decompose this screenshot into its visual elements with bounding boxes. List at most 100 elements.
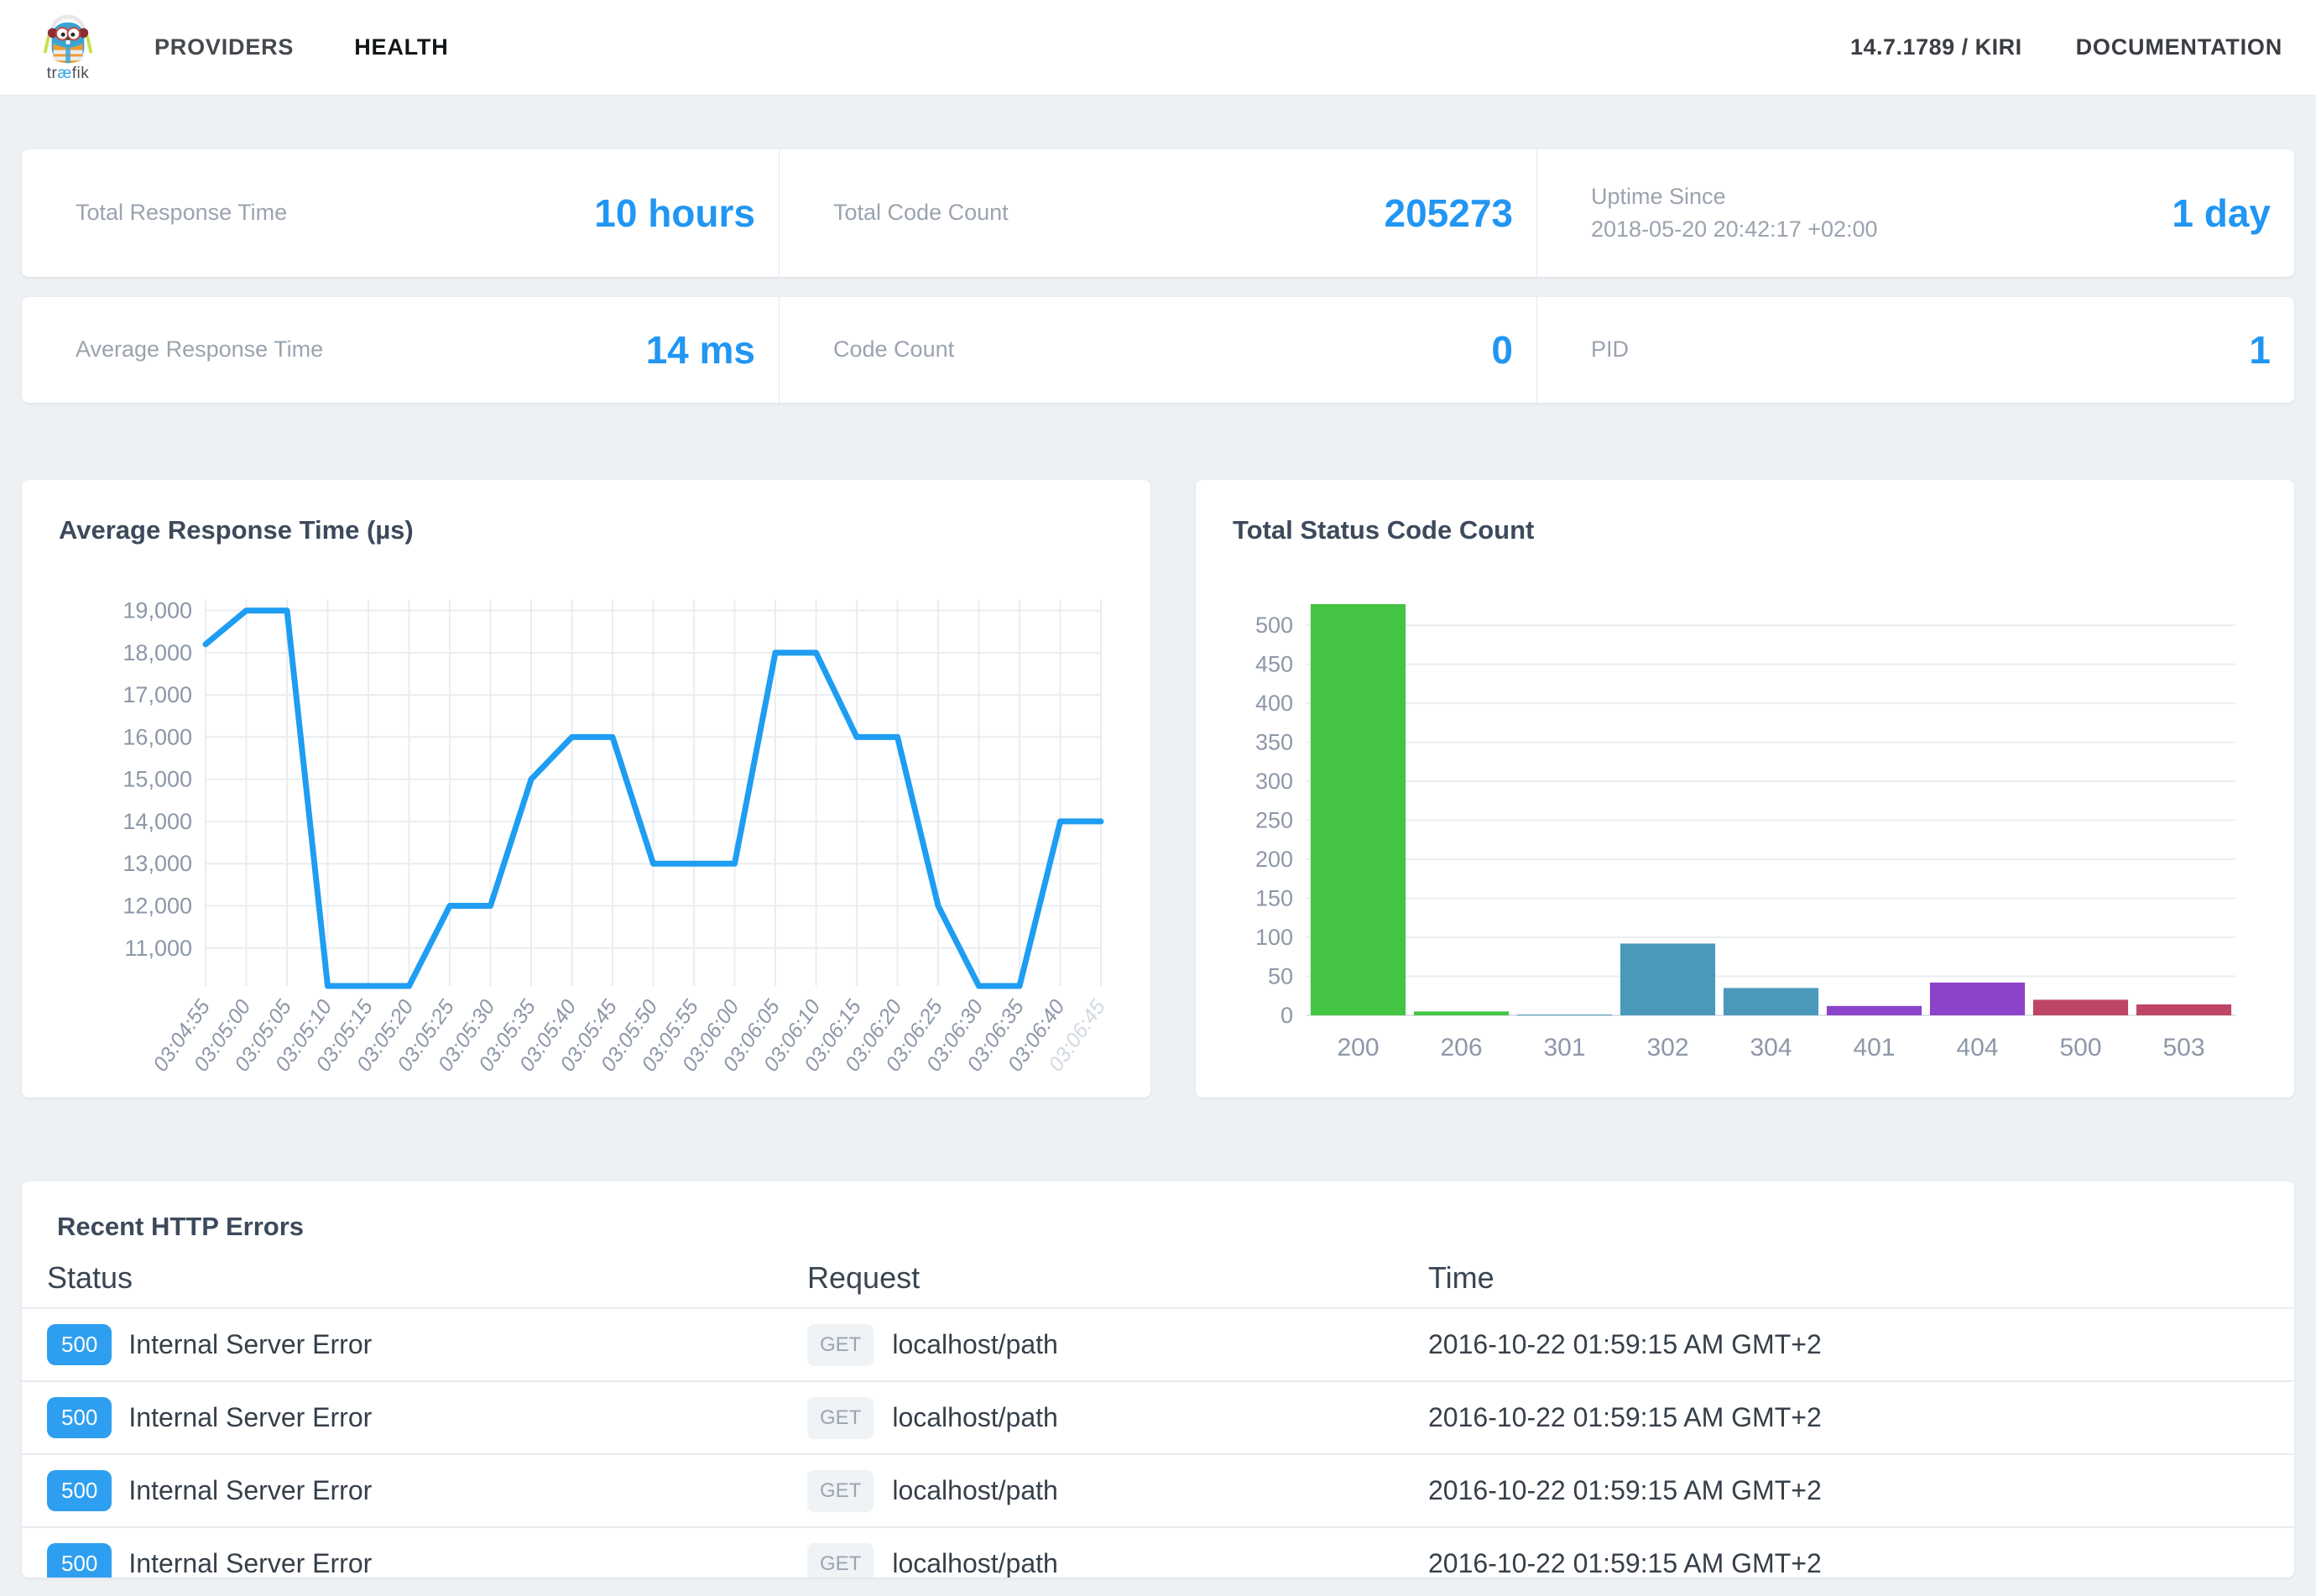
status-code-badge: 500 [47, 1470, 112, 1511]
status-code-count-title: Total Status Code Count [1233, 515, 2257, 545]
svg-text:200: 200 [1255, 847, 1293, 872]
http-method-badge: GET [807, 1470, 874, 1512]
documentation-link[interactable]: DOCUMENTATION [2076, 34, 2282, 60]
svg-text:404: 404 [1956, 1034, 1998, 1061]
request-path: localhost/path [892, 1548, 1057, 1578]
avg-response-time-card: Average Response Time (µs) 11,00012,0001… [22, 480, 1150, 1098]
svg-text:500: 500 [1255, 613, 1293, 638]
avg-response-time-title: Average Response Time (µs) [59, 515, 1114, 545]
svg-text:304: 304 [1750, 1034, 1792, 1061]
svg-text:301: 301 [1543, 1034, 1585, 1061]
error-request-cell: GET localhost/path [807, 1397, 1428, 1439]
status-code-badge: 500 [47, 1324, 112, 1365]
stat-value: 1 day [2172, 190, 2271, 236]
stat-value: 0 [1491, 327, 1513, 373]
nav-item-providers[interactable]: PROVIDERS [154, 34, 294, 60]
stat-uptime-since: Uptime Since 2018-05-20 20:42:17 +02:00 … [1536, 149, 2294, 277]
column-header-status: Status [47, 1260, 807, 1296]
traefik-logo[interactable]: træfik [22, 13, 114, 83]
svg-text:11,000: 11,000 [124, 936, 192, 961]
error-message: Internal Server Error [128, 1475, 372, 1506]
svg-text:302: 302 [1646, 1034, 1688, 1061]
svg-text:0: 0 [1281, 1003, 1293, 1028]
error-time: 2016-10-22 01:59:15 AM GMT+2 [1428, 1329, 2294, 1360]
stat-value: 1 [2249, 327, 2271, 373]
error-time: 2016-10-22 01:59:15 AM GMT+2 [1428, 1548, 2294, 1578]
column-header-time: Time [1428, 1260, 2294, 1296]
error-status-cell: 500 Internal Server Error [47, 1397, 807, 1438]
svg-text:350: 350 [1255, 730, 1293, 755]
svg-text:400: 400 [1255, 691, 1293, 716]
navbar: træfik PROVIDERS HEALTH 14.7.1789 / KIRI… [0, 0, 2316, 96]
stat-label: Uptime Since 2018-05-20 20:42:17 +02:00 [1591, 180, 1878, 246]
svg-text:16,000: 16,000 [123, 724, 192, 749]
http-method-badge: GET [807, 1543, 874, 1578]
nav-links: PROVIDERS HEALTH [154, 34, 449, 60]
svg-text:206: 206 [1440, 1034, 1482, 1061]
svg-text:503: 503 [2162, 1034, 2204, 1061]
version-label: 14.7.1789 / KIRI [1850, 34, 2022, 60]
error-request-cell: GET localhost/path [807, 1324, 1428, 1366]
error-row: 500 Internal Server Error GET localhost/… [22, 1307, 2294, 1380]
traefik-gopher-icon [42, 13, 94, 68]
stat-value: 10 hours [594, 190, 755, 236]
error-status-cell: 500 Internal Server Error [47, 1543, 807, 1578]
column-header-request: Request [807, 1260, 1428, 1296]
stat-total-response-time: Total Response Time 10 hours [22, 149, 779, 277]
error-time: 2016-10-22 01:59:15 AM GMT+2 [1428, 1402, 2294, 1433]
error-row: 500 Internal Server Error GET localhost/… [22, 1526, 2294, 1578]
http-method-badge: GET [807, 1324, 874, 1366]
svg-text:14,000: 14,000 [123, 809, 192, 834]
svg-text:12,000: 12,000 [123, 893, 192, 918]
stat-label: PID [1591, 333, 1629, 366]
svg-text:13,000: 13,000 [123, 851, 192, 876]
svg-text:100: 100 [1255, 925, 1293, 950]
svg-text:15,000: 15,000 [123, 767, 192, 792]
main-content: Total Response Time 10 hours Total Code … [0, 149, 2316, 1578]
error-request-cell: GET localhost/path [807, 1470, 1428, 1512]
svg-text:19,000: 19,000 [123, 598, 192, 623]
error-row: 500 Internal Server Error GET localhost/… [22, 1380, 2294, 1453]
nav-item-health[interactable]: HEALTH [354, 34, 448, 60]
status-code-count-card: Total Status Code Count 0 50 100 150 200 250 3… [1196, 480, 2294, 1098]
http-method-badge: GET [807, 1397, 874, 1439]
status-code-badge: 500 [47, 1397, 112, 1438]
recent-http-errors-card: Recent HTTP Errors Status Request Time 5… [22, 1181, 2294, 1578]
svg-text:500: 500 [2059, 1034, 2101, 1061]
stats-row-2: Average Response Time 14 ms Code Count 0… [22, 297, 2294, 403]
svg-text:250: 250 [1255, 808, 1293, 833]
stat-value: 205273 [1385, 190, 1514, 236]
recent-http-errors-title: Recent HTTP Errors [22, 1212, 2294, 1242]
stat-label: Code Count [833, 333, 954, 366]
error-message: Internal Server Error [128, 1548, 372, 1578]
error-message: Internal Server Error [128, 1329, 372, 1360]
svg-text:17,000: 17,000 [123, 682, 192, 707]
svg-text:50: 50 [1268, 964, 1293, 989]
svg-text:150: 150 [1255, 886, 1293, 911]
svg-text:18,000: 18,000 [123, 640, 192, 665]
svg-text:450: 450 [1255, 652, 1293, 677]
errors-table-header: Status Request Time [22, 1249, 2294, 1307]
stat-total-code-count: Total Code Count 205273 [779, 149, 1536, 277]
brand-text: træfik [47, 65, 90, 83]
uptime-datetime: 2018-05-20 20:42:17 +02:00 [1591, 216, 1878, 242]
avg-response-time-line-chart: 11,000 12,000 13,000 14,000 15,000 16,000 17,0… [59, 579, 1108, 1077]
error-status-cell: 500 Internal Server Error [47, 1324, 807, 1365]
status-code-badge: 500 [47, 1543, 112, 1578]
error-status-cell: 500 Internal Server Error [47, 1470, 807, 1511]
svg-text:300: 300 [1255, 769, 1293, 794]
charts-row: Average Response Time (µs) 11,00012,0001… [22, 480, 2294, 1098]
stat-value: 14 ms [646, 327, 755, 373]
stat-pid: PID 1 [1536, 297, 2294, 403]
nav-right: 14.7.1789 / KIRI DOCUMENTATION [1850, 34, 2282, 60]
stat-average-response-time: Average Response Time 14 ms [22, 297, 779, 403]
error-message: Internal Server Error [128, 1402, 372, 1433]
svg-text:401: 401 [1853, 1034, 1895, 1061]
svg-text:200: 200 [1337, 1034, 1379, 1061]
stat-label: Total Code Count [833, 196, 1009, 229]
request-path: localhost/path [892, 1402, 1057, 1433]
status-code-bar-chart: 0 50 100 150 200 250 300 350 400 450 500 200 206 301 3… [1233, 579, 2256, 1077]
stat-label: Average Response Time [76, 333, 323, 366]
request-path: localhost/path [892, 1475, 1057, 1506]
stats-row-1: Total Response Time 10 hours Total Code … [22, 149, 2294, 277]
